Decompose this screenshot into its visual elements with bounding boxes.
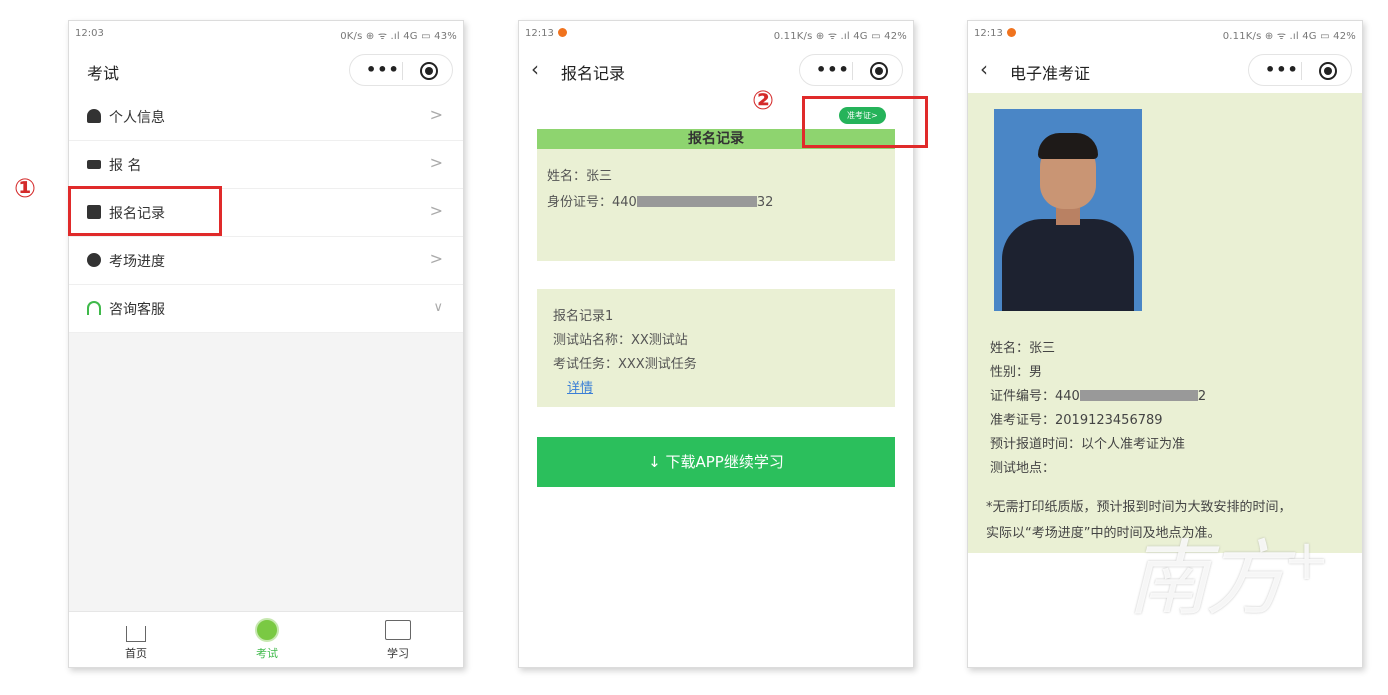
cert-prefix: 证件编号：440 (990, 389, 1080, 404)
tab-exam[interactable]: 考试 (227, 618, 307, 661)
status-time: 12:13 (525, 28, 567, 39)
admission-ticket-panel: 姓名：张三 性别：男 证件编号：440 2 准考证号：2019123456789 … (968, 93, 1362, 553)
capsule-divider (1301, 62, 1302, 80)
close-target-icon[interactable] (870, 62, 888, 80)
exam-icon (255, 618, 279, 642)
menu-item-customer-service[interactable]: 咨询客服 ∨ (69, 285, 463, 333)
close-target-icon[interactable] (420, 62, 438, 80)
ticket-cert-number: 证件编号：440 2 (990, 385, 1206, 404)
applicant-name: 姓名：张三 (547, 169, 613, 184)
applicant-id: 身份证号：440 32 (547, 191, 773, 210)
menu-item-register[interactable]: 报 名 > (69, 141, 463, 189)
back-arrow-icon[interactable]: ‹ (980, 57, 988, 81)
ticket-location: 测试地点： (990, 461, 1056, 476)
status-indicators: 0.11K/s ⊕ ᯤ .ıl 4G ▭ 42% (1222, 31, 1356, 42)
menu-item-label: 咨询客服 (109, 302, 165, 318)
id-prefix: 身份证号：440 (547, 195, 637, 210)
menu-item-label: 个人信息 (109, 110, 165, 126)
highlight-box-register-records (68, 186, 222, 236)
clock-icon (87, 253, 101, 267)
record-station: 测试站名称：XX测试站 (553, 333, 688, 348)
ticket-number: 准考证号：2019123456789 (990, 413, 1163, 428)
tab-label: 学习 (387, 647, 409, 660)
close-target-icon[interactable] (1319, 62, 1337, 80)
chevron-right-icon: > (429, 201, 443, 220)
more-icon[interactable]: ••• (1265, 60, 1299, 79)
photo-hair (1038, 133, 1098, 159)
capsule-divider (402, 62, 403, 80)
status-bar: 12:13 0.11K/s ⊕ ᯤ .ıl 4G ▭ 42% (519, 21, 913, 47)
id-suffix: 32 (756, 195, 774, 210)
phone-screen-exam-menu: 12:03 0K/s ⊕ ᯤ .ıl 4G ▭ 43% 考试 ••• 个人信息 … (68, 20, 464, 668)
menu-item-personal-info[interactable]: 个人信息 > (69, 93, 463, 141)
chevron-right-icon: > (429, 153, 443, 172)
nav-bar: ‹ 报名记录 ••• (519, 47, 913, 93)
tab-label: 考试 (256, 647, 278, 660)
more-icon[interactable]: ••• (366, 60, 400, 79)
tab-study[interactable]: 学习 (358, 618, 438, 661)
download-app-button[interactable]: ↓ 下载APP继续学习 (537, 437, 895, 487)
nanfang-plus-watermark-logo: 南方+ (1127, 528, 1330, 627)
status-bar: 12:13 0.11K/s ⊕ ᯤ .ıl 4G ▭ 42% (968, 21, 1362, 47)
page-title: 电子准考证 (1010, 64, 1091, 83)
notification-dot-icon (1006, 28, 1016, 37)
headset-icon (87, 301, 101, 315)
ticket-name: 姓名：张三 (990, 341, 1056, 356)
status-bar: 12:03 0K/s ⊕ ᯤ .ıl 4G ▭ 43% (69, 21, 463, 47)
ticket-arrival-time: 预计报道时间：以个人准考证为准 (990, 437, 1186, 452)
menu-item-label: 考场进度 (109, 254, 165, 270)
notification-dot-icon (557, 28, 567, 37)
photo-shoulders (1002, 219, 1134, 311)
redaction-bar (636, 196, 757, 207)
home-icon (126, 626, 146, 642)
page-title: 考试 (87, 64, 120, 83)
status-time-text: 12:13 (525, 28, 554, 39)
records-content: 准考证> 报名记录 姓名：张三 身份证号：440 32 报名记录1 测试站名称：X… (519, 93, 913, 667)
nav-bar: 考试 ••• (69, 47, 463, 93)
chevron-right-icon: > (429, 105, 443, 124)
chevron-down-icon: ∨ (433, 300, 443, 315)
step-number-2: ② (752, 86, 775, 116)
step-number-1: ① (14, 174, 37, 204)
candidate-photo (994, 109, 1142, 311)
chevron-right-icon: > (429, 249, 443, 268)
redaction-bar (1079, 390, 1198, 401)
status-time-text: 12:13 (974, 28, 1003, 39)
book-icon (385, 620, 411, 640)
menu-item-exam-progress[interactable]: 考场进度 > (69, 237, 463, 285)
status-time: 12:13 (974, 28, 1016, 39)
status-indicators: 0K/s ⊕ ᯤ .ıl 4G ▭ 43% (340, 31, 457, 42)
menu-item-label: 报 名 (109, 158, 142, 174)
status-time: 12:03 (75, 28, 104, 39)
record-card: 报名记录1 测试站名称：XX测试站 考试任务：XXX测试任务 详情 (537, 289, 895, 407)
mini-program-capsule: ••• (1248, 54, 1352, 86)
ticket-icon (87, 160, 101, 169)
cert-suffix: 2 (1197, 389, 1207, 404)
person-icon (87, 109, 101, 123)
capsule-divider (852, 62, 853, 80)
page-title: 报名记录 (561, 64, 626, 83)
back-arrow-icon[interactable]: ‹ (531, 57, 539, 81)
tab-home[interactable]: 首页 (96, 618, 176, 661)
nav-bar: ‹ 电子准考证 ••• (968, 47, 1362, 93)
record-task: 考试任务：XXX测试任务 (553, 357, 697, 372)
mini-program-capsule: ••• (799, 54, 903, 86)
mini-program-capsule: ••• (349, 54, 453, 86)
more-icon[interactable]: ••• (816, 60, 850, 79)
highlight-box-admission-ticket (802, 96, 928, 148)
status-indicators: 0.11K/s ⊕ ᯤ .ıl 4G ▭ 42% (773, 31, 907, 42)
record-title: 报名记录1 (553, 309, 614, 324)
detail-link[interactable]: 详情 (567, 377, 593, 396)
ticket-gender: 性别：男 (990, 365, 1043, 380)
bottom-tab-bar: 首页 考试 学习 (69, 611, 463, 667)
tab-label: 首页 (125, 647, 147, 660)
applicant-card: 报名记录 姓名：张三 身份证号：440 32 (537, 129, 895, 261)
